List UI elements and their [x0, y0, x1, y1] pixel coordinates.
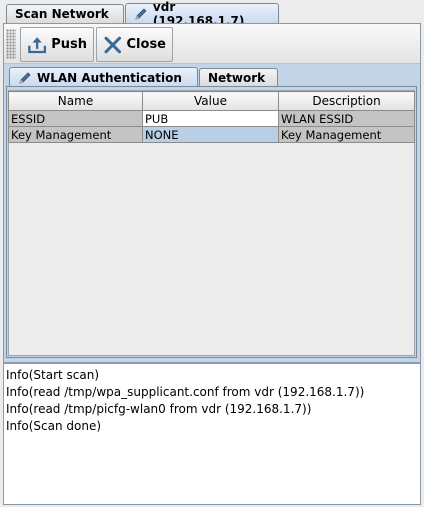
- log-line: Info(Scan done): [6, 419, 102, 433]
- column-header-value[interactable]: Value: [142, 91, 279, 111]
- settings-table: Name Value Description ESSID PUB WLAN ES…: [8, 91, 415, 143]
- cell-description: Key Management: [278, 126, 415, 143]
- tab-scan-network[interactable]: Scan Network: [6, 4, 124, 23]
- table-header-row: Name Value Description: [8, 91, 415, 111]
- log-line: Info(Start scan): [6, 368, 100, 382]
- table-row[interactable]: Key Management NONE Key Management: [8, 126, 415, 143]
- log-line: Info(read /tmp/picfg-wlan0 from vdr (192…: [6, 402, 312, 416]
- tab-wlan-authentication[interactable]: WLAN Authentication: [9, 67, 198, 87]
- push-button[interactable]: Push: [20, 27, 94, 62]
- cell-value[interactable]: NONE: [142, 126, 279, 143]
- tab-label: WLAN Authentication: [37, 70, 182, 85]
- tab-label: Network: [208, 70, 266, 85]
- cell-value[interactable]: PUB: [142, 110, 279, 127]
- upload-icon: [28, 36, 47, 53]
- cell-name: Key Management: [8, 126, 143, 143]
- column-header-name[interactable]: Name: [8, 91, 143, 111]
- close-button[interactable]: Close: [96, 27, 173, 62]
- toolbar-grip[interactable]: [6, 29, 16, 59]
- column-header-description[interactable]: Description: [278, 91, 415, 111]
- cell-name: ESSID: [8, 110, 143, 127]
- close-icon: [104, 36, 122, 53]
- log-line: Info(read /tmp/wpa_supplicant.conf from …: [6, 385, 365, 399]
- cell-description: WLAN ESSID: [278, 110, 415, 127]
- close-label: Close: [126, 37, 166, 52]
- log-output[interactable]: Info(Start scan) Info(read /tmp/wpa_supp…: [3, 363, 421, 505]
- tab-network[interactable]: Network: [199, 68, 278, 86]
- push-label: Push: [51, 37, 87, 52]
- pencil-icon: [19, 71, 31, 84]
- tab-label: Scan Network: [15, 7, 109, 21]
- pencil-icon: [135, 8, 147, 20]
- table-row[interactable]: ESSID PUB WLAN ESSID: [8, 110, 415, 127]
- tab-vdr[interactable]: vdr (192.168.1.7): [125, 0, 279, 28]
